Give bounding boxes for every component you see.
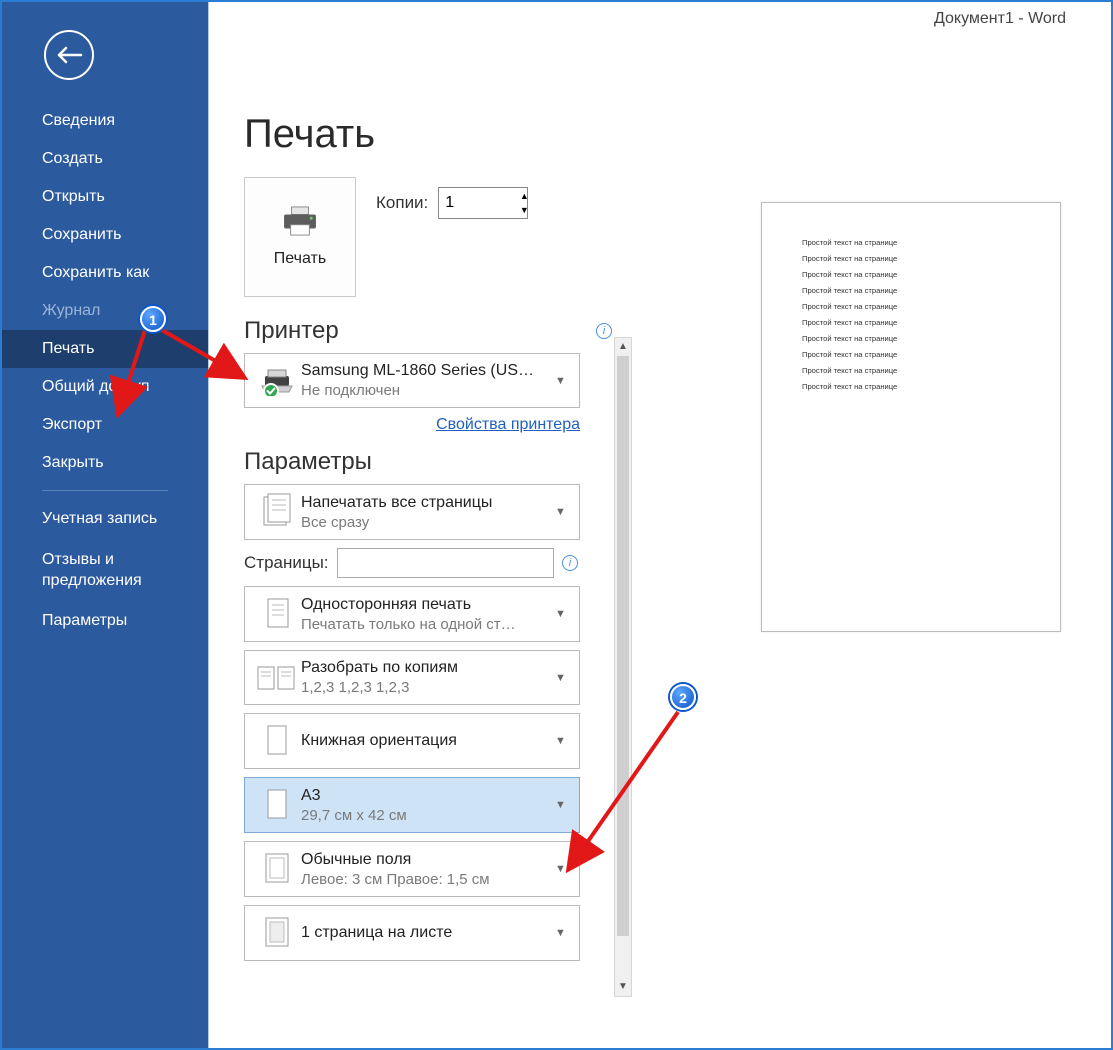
title-bar: Документ1 - Word xyxy=(209,10,1066,28)
sidebar-item-Сохранить[interactable]: Сохранить xyxy=(2,216,208,254)
settings-scrollbar[interactable]: ▲ ▼ xyxy=(614,337,632,997)
sidebar-item-Сохранить как[interactable]: Сохранить как xyxy=(2,254,208,292)
margins-icon xyxy=(253,850,301,888)
collate-icon xyxy=(253,663,301,693)
setting-line1: Обычные поля xyxy=(301,851,555,869)
sidebar-item-Общий доступ[interactable]: Общий доступ xyxy=(2,368,208,406)
copies-spinner[interactable]: ▲ ▼ xyxy=(516,189,532,217)
pages-label: Страницы: xyxy=(244,553,329,573)
printer-dropdown[interactable]: Samsung ML-1860 Series (US… Не подключен… xyxy=(244,353,580,408)
setting-line1: A3 xyxy=(301,787,555,805)
sidebar-divider xyxy=(42,490,168,491)
spinner-down-icon[interactable]: ▼ xyxy=(516,203,532,217)
printer-status: Не подключен xyxy=(301,382,555,399)
sidebar-item-Создать[interactable]: Создать xyxy=(2,140,208,178)
portrait-icon xyxy=(253,722,301,760)
chevron-down-icon: ▼ xyxy=(555,506,571,518)
setting-dropdown-4[interactable]: A3 29,7 см x 42 см▼ xyxy=(244,777,580,833)
preview-text-line: Простой текст на странице xyxy=(802,238,1020,247)
preview-text-line: Простой текст на странице xyxy=(802,350,1020,359)
preview-text-line: Простой текст на странице xyxy=(802,254,1020,263)
chevron-down-icon: ▼ xyxy=(555,799,571,811)
chevron-down-icon: ▼ xyxy=(555,672,571,684)
onesheet-icon xyxy=(253,914,301,952)
setting-dropdown-3[interactable]: Книжная ориентация▼ xyxy=(244,713,580,769)
backstage-sidebar: СведенияСоздатьОткрытьСохранитьСохранить… xyxy=(2,2,209,1048)
back-arrow-icon xyxy=(55,45,83,65)
preview-text-line: Простой текст на странице xyxy=(802,302,1020,311)
info-icon[interactable]: i xyxy=(562,555,578,571)
chevron-down-icon: ▼ xyxy=(555,927,571,939)
setting-dropdown-5[interactable]: Обычные поля Левое: 3 см Правое: 1,5 см▼ xyxy=(244,841,580,897)
setting-line1: Книжная ориентация xyxy=(301,732,555,750)
preview-text-line: Простой текст на странице xyxy=(802,366,1020,375)
setting-line1: Напечатать все страницы xyxy=(301,494,555,512)
setting-line1: Односторонняя печать xyxy=(301,596,555,614)
copies-label: Копии: xyxy=(376,193,428,213)
settings-section-title: Параметры xyxy=(244,448,372,476)
setting-dropdown-1[interactable]: Односторонняя печать Печатать только на о… xyxy=(244,586,580,642)
onesided-icon xyxy=(253,595,301,633)
preview-text-line: Простой текст на странице xyxy=(802,318,1020,327)
printer-name: Samsung ML-1860 Series (US… xyxy=(301,362,555,380)
sidebar-item-Открыть[interactable]: Открыть xyxy=(2,178,208,216)
setting-line2: Все сразу xyxy=(301,514,555,531)
sidebar-item-Параметры[interactable]: Параметры xyxy=(2,601,208,642)
chevron-down-icon: ▼ xyxy=(555,735,571,747)
print-preview: Простой текст на странице Простой текст н… xyxy=(636,2,1111,1048)
printer-properties-link[interactable]: Свойства принтера xyxy=(244,416,580,434)
scroll-thumb[interactable] xyxy=(617,356,629,936)
sidebar-item-Учетная запись[interactable]: Учетная запись xyxy=(2,499,208,540)
setting-dropdown-6[interactable]: 1 страница на листе▼ xyxy=(244,905,580,961)
setting-line2: Печатать только на одной ст… xyxy=(301,616,555,633)
print-button-label: Печать xyxy=(274,250,326,268)
printer-device-icon xyxy=(259,366,295,396)
page-title: Печать xyxy=(244,112,614,157)
annotation-callout-1: 1 xyxy=(140,306,166,332)
sidebar-item-Закрыть[interactable]: Закрыть xyxy=(2,444,208,482)
setting-dropdown-0[interactable]: Напечатать все страницы Все сразу▼ xyxy=(244,484,580,540)
annotation-callout-2: 2 xyxy=(670,684,696,710)
scroll-down-icon[interactable]: ▼ xyxy=(615,978,631,996)
printer-section-title: Принтер xyxy=(244,317,339,345)
scroll-up-icon[interactable]: ▲ xyxy=(615,338,631,356)
chevron-down-icon: ▼ xyxy=(555,608,571,620)
chevron-down-icon: ▼ xyxy=(555,375,571,387)
setting-line2: 1,2,3 1,2,3 1,2,3 xyxy=(301,679,555,696)
back-button[interactable] xyxy=(44,30,94,80)
sidebar-item-Журнал: Журнал xyxy=(2,292,208,330)
copies-input[interactable] xyxy=(438,187,528,219)
setting-line2: Левое: 3 см Правое: 1,5 см xyxy=(301,871,555,888)
chevron-down-icon: ▼ xyxy=(555,863,571,875)
pages-input[interactable] xyxy=(337,548,554,578)
preview-text-line: Простой текст на странице xyxy=(802,286,1020,295)
sidebar-item-Сведения[interactable]: Сведения xyxy=(2,102,208,140)
setting-line1: 1 страница на листе xyxy=(301,924,555,942)
sidebar-item-Экспорт[interactable]: Экспорт xyxy=(2,406,208,444)
printer-icon xyxy=(281,206,319,236)
setting-line1: Разобрать по копиям xyxy=(301,659,555,677)
print-button[interactable]: Печать xyxy=(244,177,356,297)
paper-icon xyxy=(253,786,301,824)
preview-text-line: Простой текст на странице xyxy=(802,382,1020,391)
preview-text-line: Простой текст на странице xyxy=(802,270,1020,279)
spinner-up-icon[interactable]: ▲ xyxy=(516,189,532,203)
info-icon[interactable]: i xyxy=(596,323,612,339)
setting-line2: 29,7 см x 42 см xyxy=(301,807,555,824)
sidebar-item-Печать[interactable]: Печать xyxy=(2,330,208,368)
sidebar-item-Отзывы и предложения[interactable]: Отзывы ипредложения xyxy=(2,540,208,602)
pages-icon xyxy=(253,493,301,531)
preview-text-line: Простой текст на странице xyxy=(802,334,1020,343)
setting-dropdown-2[interactable]: Разобрать по копиям 1,2,3 1,2,3 1,2,3▼ xyxy=(244,650,580,705)
main-panel: Документ1 - Word Печать Печать Копии: xyxy=(209,2,1111,1048)
preview-page: Простой текст на странице Простой текст н… xyxy=(761,202,1061,632)
